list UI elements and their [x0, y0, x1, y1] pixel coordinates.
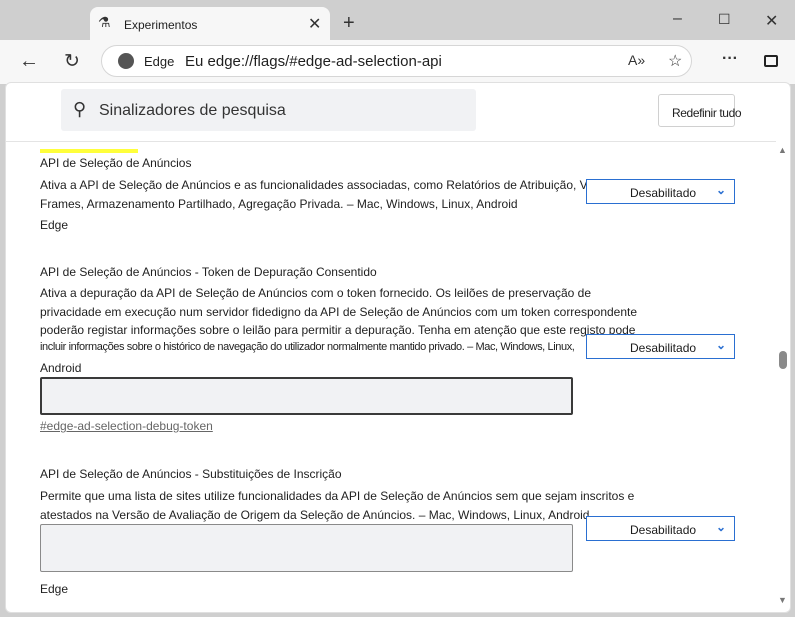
maximize-icon[interactable]: ☐	[718, 11, 731, 28]
flag-platform: Android	[40, 361, 82, 375]
scroll-down-icon[interactable]: ▼	[778, 595, 787, 605]
flag-description: poderão registar informações sobre o lei…	[40, 323, 636, 337]
favorite-star-icon[interactable]: ☆	[668, 51, 682, 71]
flag-description: atestados na Versão de Avaliação de Orig…	[40, 508, 590, 522]
flag-description: Frames, Armazenamento Partilhado, Agrega…	[40, 197, 518, 211]
close-tab-icon[interactable]: ✕	[308, 14, 321, 34]
flag-anchor-link[interactable]: #edge-ad-selection-debug-token	[40, 419, 213, 433]
enrollment-overrides-textarea[interactable]	[40, 524, 573, 572]
refresh-icon[interactable]: ↻	[64, 50, 80, 73]
chevron-down-icon: ⌄	[715, 183, 726, 197]
flag-state-select[interactable]: Desabilitado ⌄	[586, 334, 735, 359]
new-tab-icon[interactable]: +	[343, 12, 355, 35]
address-bar[interactable]: Edge Eu edge://flags/#edge-ad-selection-…	[101, 45, 692, 77]
debug-token-textarea[interactable]	[40, 377, 573, 415]
flag-title: API de Seleção de Anúncios - Token de De…	[40, 265, 377, 279]
edge-logo-icon	[118, 53, 134, 69]
flag-title: API de Seleção de Anúncios	[40, 156, 192, 170]
url-text[interactable]: Eu edge://flags/#edge-ad-selection-api	[185, 53, 442, 70]
search-highlight	[40, 149, 138, 153]
search-placeholder: Sinalizadores de pesquisa	[99, 102, 286, 119]
tab-title: Experimentos	[124, 18, 198, 32]
flask-icon: ⚗	[98, 14, 111, 30]
tab-experimentos[interactable]: ⚗ Experimentos ✕	[90, 7, 330, 41]
select-value: Desabilitado	[630, 186, 697, 200]
flag-description: Permite que uma lista de sites utilize f…	[40, 489, 635, 503]
search-flags-input[interactable]: ⚲ Sinalizadores de pesquisa	[61, 89, 476, 131]
select-value: Desabilitado	[630, 341, 697, 355]
flag-description: Ativa a API de Seleção de Anúncios e as …	[40, 178, 621, 192]
minimize-icon[interactable]: –	[673, 10, 682, 28]
flag-title: API de Seleção de Anúncios - Substituiçõ…	[40, 467, 342, 481]
scrollbar-thumb[interactable]	[779, 351, 787, 369]
header-divider	[6, 141, 776, 142]
sidebar-toggle-icon[interactable]	[764, 55, 778, 67]
flag-description: privacidade em execução num servidor fid…	[40, 305, 638, 319]
close-window-icon[interactable]: ✕	[765, 11, 778, 31]
search-icon: ⚲	[73, 99, 87, 119]
site-label: Edge	[144, 54, 175, 69]
flag-platform: Edge	[40, 582, 69, 596]
more-menu-icon[interactable]: ···	[722, 50, 738, 68]
read-aloud-icon[interactable]: A»	[628, 52, 645, 68]
reset-all-button[interactable]: Redefinir tudo	[658, 94, 742, 127]
back-icon[interactable]: ←	[19, 50, 39, 73]
chevron-down-icon: ⌄	[715, 338, 726, 352]
chevron-down-icon: ⌄	[715, 520, 726, 534]
select-value: Desabilitado	[630, 523, 697, 537]
flag-platform: Edge	[40, 218, 69, 232]
flag-state-select[interactable]: Desabilitado ⌄	[586, 516, 735, 541]
scroll-up-icon[interactable]: ▲	[778, 145, 787, 155]
reset-all-label: Redefinir tudo	[672, 106, 742, 120]
flag-description: incluir informações sobre o histórico de…	[40, 341, 575, 353]
flag-state-select[interactable]: Desabilitado ⌄	[586, 179, 735, 204]
flag-description: Ativa a depuração da API de Seleção de A…	[40, 286, 592, 300]
